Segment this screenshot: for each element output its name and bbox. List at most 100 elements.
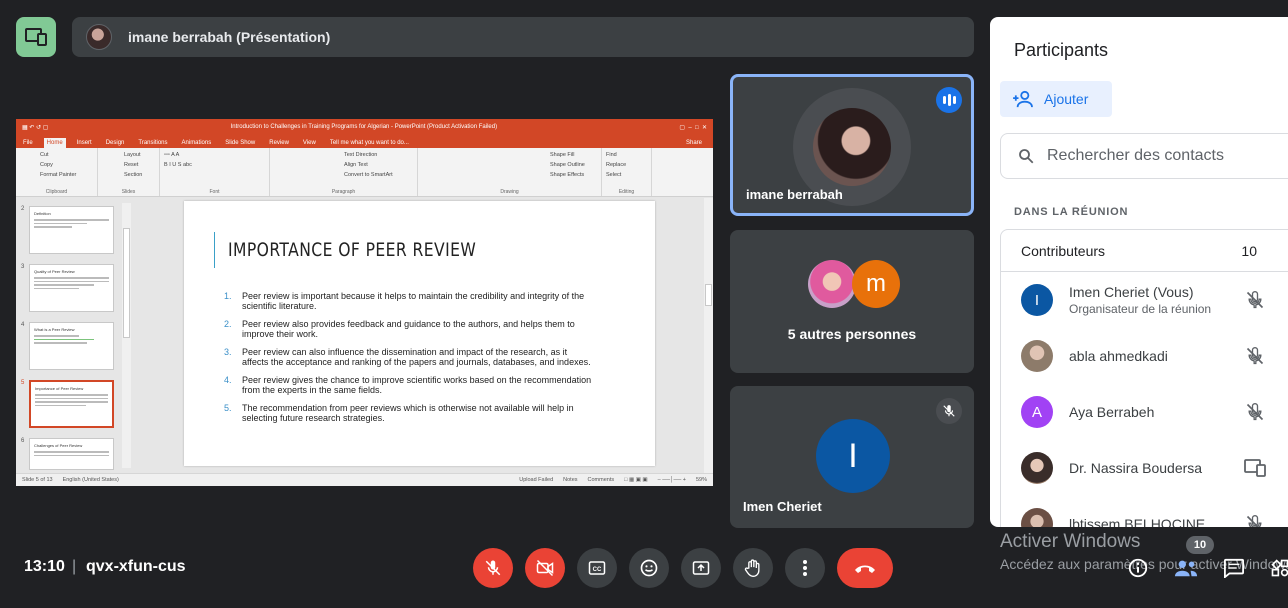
point-text: Peer review also provides feedback and g… bbox=[242, 319, 575, 339]
present-now-button[interactable] bbox=[681, 548, 721, 588]
presentation-layout-button[interactable] bbox=[16, 17, 56, 57]
meeting-info-button[interactable] bbox=[1126, 556, 1150, 580]
point-number: 5. bbox=[224, 403, 232, 413]
ribbon-tab-transitions: Transitions bbox=[138, 140, 168, 146]
others-count-label: 5 autres personnes bbox=[787, 326, 917, 342]
smartart-label: Convert to SmartArt bbox=[344, 172, 393, 178]
chat-button[interactable] bbox=[1222, 556, 1246, 580]
share-label: Share bbox=[685, 140, 702, 146]
speaker-tile[interactable]: imane berrabah bbox=[730, 74, 974, 216]
slide-thumbnail-selected: Importance of Peer Review bbox=[29, 380, 114, 428]
windows-activation-title: Activer Windows bbox=[1000, 531, 1141, 552]
add-people-button[interactable]: Ajouter bbox=[1000, 81, 1112, 117]
slide-point: 5. The recommendation from peer reviews w… bbox=[224, 403, 594, 423]
raise-hand-button[interactable] bbox=[733, 548, 773, 588]
present-screen-icon bbox=[25, 28, 47, 46]
thumbnail-number: 6 bbox=[21, 438, 25, 444]
point-text: The recommendation from peer reviews whi… bbox=[242, 403, 574, 423]
ribbon-tab-review: Review bbox=[269, 140, 289, 146]
contributors-header[interactable]: Contributeurs 10 bbox=[1001, 230, 1288, 272]
participant-count-badge: 10 bbox=[1186, 536, 1214, 554]
ribbon-tab-file: File bbox=[23, 140, 33, 146]
ribbon-group-font: ▫▫▫ A A B I U S abc Font bbox=[160, 148, 270, 196]
participant-row[interactable]: lbtissem BELHOCINE bbox=[1001, 496, 1288, 527]
thumbnail-number: 4 bbox=[21, 322, 25, 328]
more-vert-icon bbox=[803, 560, 807, 576]
search-placeholder: Rechercher des contacts bbox=[1047, 147, 1224, 164]
more-options-button[interactable] bbox=[785, 548, 825, 588]
quick-access-icon: ▦ ↶ ↺ ▢ bbox=[22, 124, 49, 131]
ribbon-group-drawing: Shape Fill Shape Outline Shape Effects D… bbox=[418, 148, 602, 196]
slide-title-rule bbox=[214, 232, 215, 268]
presenter-label: imane berrabah (Présentation) bbox=[128, 29, 331, 45]
find-label: Find bbox=[606, 152, 617, 158]
participant-row[interactable]: A Aya Berrabeh bbox=[1001, 384, 1288, 440]
captions-button[interactable]: CC bbox=[577, 548, 617, 588]
section-label: Section bbox=[124, 172, 143, 178]
ribbon-group-paragraph: Text Direction Align Text Convert to Sma… bbox=[270, 148, 418, 196]
font-style-icon: B I U S abc bbox=[164, 162, 192, 168]
ribbon-group-clipboard: Cut Copy Format Painter Clipboard bbox=[16, 148, 98, 196]
activities-icon bbox=[1271, 559, 1288, 577]
ribbon-tab-insert: Insert bbox=[76, 140, 92, 146]
slide-point: 2. Peer review also provides feedback and… bbox=[224, 319, 594, 339]
point-text: Peer review is important because it help… bbox=[242, 291, 585, 311]
powerpoint-ribbon-tabs: File Home Insert Design Transitions Anim… bbox=[16, 135, 713, 148]
slide-thumbnail: Challenges of Peer Review bbox=[29, 438, 114, 470]
thumbnail-title: Quality of Peer Review bbox=[34, 269, 75, 274]
presenter-bar: imane berrabah (Présentation) bbox=[72, 17, 974, 57]
text-direction-label: Text Direction bbox=[344, 152, 378, 158]
window-controls-icon: ▢ – □ ✕ bbox=[679, 124, 707, 131]
upload-status: Upload Failed bbox=[519, 477, 554, 483]
replace-label: Replace bbox=[606, 162, 627, 168]
participant-row[interactable]: Dr. Nassira Boudersa bbox=[1001, 440, 1288, 496]
activities-button[interactable] bbox=[1268, 556, 1288, 580]
format-painter-label: Format Painter bbox=[40, 172, 77, 178]
participant-row[interactable]: abla ahmedkadi bbox=[1001, 328, 1288, 384]
reactions-button[interactable] bbox=[629, 548, 669, 588]
search-icon bbox=[1019, 149, 1034, 164]
emoji-icon bbox=[640, 559, 658, 577]
participants-button[interactable] bbox=[1174, 556, 1198, 580]
camera-toggle-button[interactable] bbox=[525, 548, 565, 588]
align-text-label: Align Text bbox=[344, 162, 368, 168]
cut-label: Cut bbox=[40, 152, 49, 158]
contributors-group: Contributeurs 10 I Imen Cheriet (Vous) O… bbox=[1000, 229, 1288, 527]
people-icon bbox=[1174, 560, 1198, 577]
point-number: 1. bbox=[224, 291, 232, 301]
comments-button: Comments bbox=[587, 477, 615, 483]
mic-off-icon bbox=[1243, 344, 1267, 368]
ribbon-tab-design: Design bbox=[105, 140, 125, 146]
speaker-name: imane berrabah bbox=[746, 187, 843, 202]
thumbnail-number: 3 bbox=[21, 264, 25, 270]
shape-outline-label: Shape Outline bbox=[550, 162, 585, 168]
self-name: Imen Cheriet bbox=[743, 499, 822, 514]
self-tile[interactable]: I Imen Cheriet bbox=[730, 386, 974, 528]
participant-avatar: I bbox=[1021, 284, 1053, 316]
ribbon-tab-animations: Animations bbox=[181, 140, 212, 146]
font-controls-icon: ▫▫▫ A A bbox=[164, 152, 180, 158]
meeting-code[interactable]: qvx-xfun-cus bbox=[86, 558, 186, 576]
camera-off-icon bbox=[536, 559, 554, 577]
participant-row[interactable]: I Imen Cheriet (Vous) Organisateur de la… bbox=[1001, 272, 1288, 328]
slide-thumbnail: Definition bbox=[29, 206, 114, 254]
mic-off-icon bbox=[936, 398, 962, 424]
shape-fill-label: Shape Fill bbox=[550, 152, 575, 158]
leave-call-button[interactable] bbox=[837, 548, 893, 588]
participant-avatar bbox=[1021, 508, 1053, 527]
participant-avatar bbox=[1021, 452, 1053, 484]
participant-avatar: m bbox=[852, 260, 900, 308]
info-separator: | bbox=[72, 558, 77, 575]
mic-toggle-button[interactable] bbox=[473, 548, 513, 588]
slide-thumbnails: 2 Definition 3 Quality of Peer Review 4 … bbox=[16, 198, 134, 473]
others-tile[interactable]: m 5 autres personnes bbox=[730, 230, 974, 373]
reset-label: Reset bbox=[124, 162, 139, 168]
group-label: Contributeurs bbox=[1021, 242, 1106, 259]
drawing-caption: Drawing bbox=[500, 189, 519, 195]
mic-off-icon bbox=[485, 560, 501, 576]
in-meeting-section-label: DANS LA RÉUNION bbox=[1014, 206, 1129, 218]
zoom-level: 59% bbox=[695, 477, 707, 483]
contact-search-input[interactable]: Rechercher des contacts bbox=[1000, 133, 1288, 179]
slides-caption: Slides bbox=[121, 189, 136, 195]
mic-off-icon bbox=[1243, 512, 1267, 527]
